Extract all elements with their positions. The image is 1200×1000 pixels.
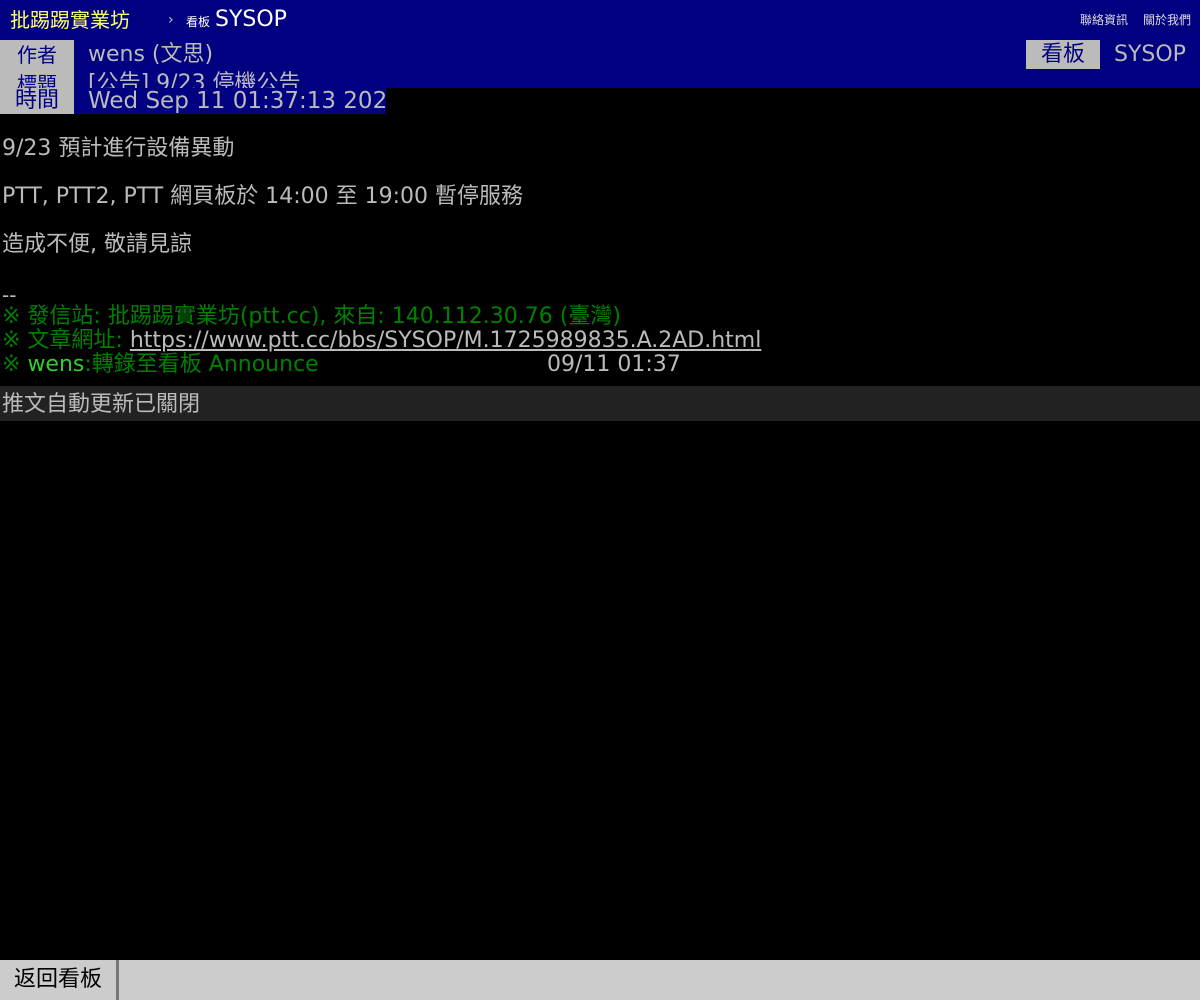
board-tag: 看板 bbox=[1026, 40, 1100, 69]
forward-record-line: ※ wens:轉錄至看板 Announce bbox=[2, 352, 319, 378]
board-value: SYSOP bbox=[1114, 42, 1186, 67]
forward-prefix: ※ bbox=[2, 352, 28, 377]
author-row: 作者 wens (文思) bbox=[0, 40, 1200, 64]
article-line: 9/23 預計進行設備異動 bbox=[2, 136, 235, 161]
board-link[interactable]: SYSOP bbox=[215, 6, 287, 34]
article-line: PTT, PTT2, PTT 網頁板於 14:00 至 19:00 暫停服務 bbox=[2, 184, 524, 209]
title-row: 標題 [公告] 9/23 停機公告 bbox=[0, 64, 1200, 88]
bottom-bar: 返回看板 bbox=[0, 960, 1200, 1000]
time-row: 時間 Wed Sep 11 01:37:13 2024 bbox=[0, 88, 386, 114]
author-tag: 作者 bbox=[0, 40, 74, 64]
forward-text: :轉錄至看板 Announce bbox=[84, 352, 319, 377]
back-to-board-button[interactable]: 返回看板 bbox=[0, 960, 119, 1000]
push-status-bar: 推文自動更新已關閉 bbox=[0, 386, 1200, 421]
article-url-line: ※ 文章網址: https://www.ptt.cc/bbs/SYSOP/M.1… bbox=[2, 328, 761, 354]
article-url-label: ※ 文章網址: bbox=[2, 328, 130, 353]
origin-info-line: ※ 發信站: 批踢踢實業坊(ptt.cc), 來自: 140.112.30.76… bbox=[2, 304, 621, 329]
time-tag: 時間 bbox=[0, 88, 74, 114]
article-url-link[interactable]: https://www.ptt.cc/bbs/SYSOP/M.172598983… bbox=[130, 328, 761, 353]
title-tag: 標題 bbox=[0, 64, 74, 88]
breadcrumb-separator-icon: › bbox=[168, 12, 174, 28]
board-prefix-label: 看板 bbox=[186, 15, 211, 29]
article-metadata: 作者 wens (文思) 標題 [公告] 9/23 停機公告 時間 Wed Se… bbox=[0, 40, 1200, 114]
time-value: Wed Sep 11 01:37:13 2024 bbox=[74, 88, 386, 114]
top-navigation-bar: 批踢踢實業坊 › 看板 SYSOP 聯絡資訊 關於我們 bbox=[0, 0, 1200, 40]
site-title-link[interactable]: 批踢踢實業坊 bbox=[10, 6, 130, 34]
forward-user: wens bbox=[27, 352, 85, 377]
about-link[interactable]: 關於我們 bbox=[1143, 12, 1191, 28]
contact-link[interactable]: 聯絡資訊 bbox=[1080, 12, 1128, 28]
article-line: 造成不便, 敬請見諒 bbox=[2, 232, 192, 257]
forward-time: 09/11 01:37 bbox=[547, 352, 681, 377]
